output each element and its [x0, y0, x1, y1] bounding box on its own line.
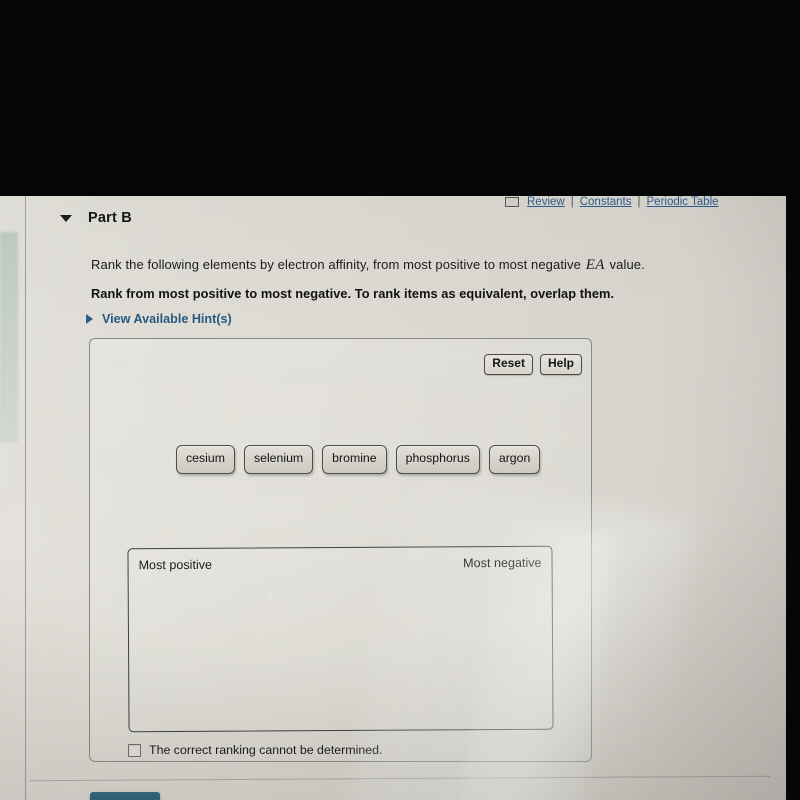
- cannot-determine-row[interactable]: The correct ranking cannot be determined…: [128, 743, 383, 757]
- element-tile-selenium[interactable]: selenium: [243, 445, 314, 474]
- link-separator: |: [570, 196, 574, 208]
- prompt-text-before: Rank the following elements by electron …: [91, 257, 585, 272]
- chevron-down-icon[interactable]: [60, 214, 72, 222]
- periodic-table-link[interactable]: Periodic Table: [647, 196, 719, 208]
- most-positive-label: Most positive: [138, 557, 213, 573]
- element-tile-phosphorus[interactable]: phosphorus: [395, 445, 480, 474]
- submit-button[interactable]: [90, 792, 160, 800]
- cannot-determine-label[interactable]: The correct ranking cannot be determined…: [149, 743, 383, 757]
- view-available-hints[interactable]: View Available Hint(s): [86, 312, 232, 326]
- element-tile-bromine[interactable]: bromine: [322, 445, 387, 474]
- reset-button[interactable]: Reset: [484, 354, 533, 375]
- screen-photo: Review | Constants | Periodic Table Part…: [0, 0, 800, 800]
- review-link[interactable]: Review: [527, 196, 565, 208]
- answer-panel: Reset Help cesium selenium bromine phosp…: [89, 338, 592, 762]
- question-prompt: Rank the following elements by electron …: [91, 257, 645, 274]
- letterbox-top: [0, 0, 800, 196]
- most-negative-label: Most negative: [463, 555, 542, 571]
- panel-toolbar: Reset Help: [484, 354, 582, 375]
- laptop-screen: Review | Constants | Periodic Table Part…: [0, 196, 786, 800]
- page-title: Part B: [88, 210, 132, 226]
- constants-link[interactable]: Constants: [580, 196, 632, 208]
- help-button[interactable]: Help: [539, 354, 582, 375]
- element-tile-bank: cesium selenium bromine phosphorus argon: [176, 445, 541, 474]
- chevron-right-icon[interactable]: [86, 314, 93, 324]
- top-links-row: Review | Constants | Periodic Table: [505, 196, 719, 210]
- page-left-tint: [0, 232, 18, 442]
- table-icon: [505, 197, 519, 207]
- cannot-determine-checkbox[interactable]: [128, 743, 141, 757]
- ranking-drop-zone[interactable]: Most positive Most negative: [127, 545, 554, 733]
- page-left-rule: [25, 196, 26, 800]
- ea-symbol: EA: [585, 257, 605, 273]
- bezel-right: [786, 196, 800, 800]
- hints-label: View Available Hint(s): [102, 312, 232, 326]
- link-separator: |: [637, 196, 641, 208]
- element-tile-cesium[interactable]: cesium: [176, 445, 235, 474]
- ranking-instruction: Rank from most positive to most negative…: [91, 286, 615, 301]
- screen-speck: [360, 374, 363, 376]
- prompt-text-after: value.: [605, 257, 645, 272]
- element-tile-argon[interactable]: argon: [488, 445, 541, 474]
- part-b-header[interactable]: Part B: [60, 210, 132, 226]
- section-divider: [30, 775, 770, 782]
